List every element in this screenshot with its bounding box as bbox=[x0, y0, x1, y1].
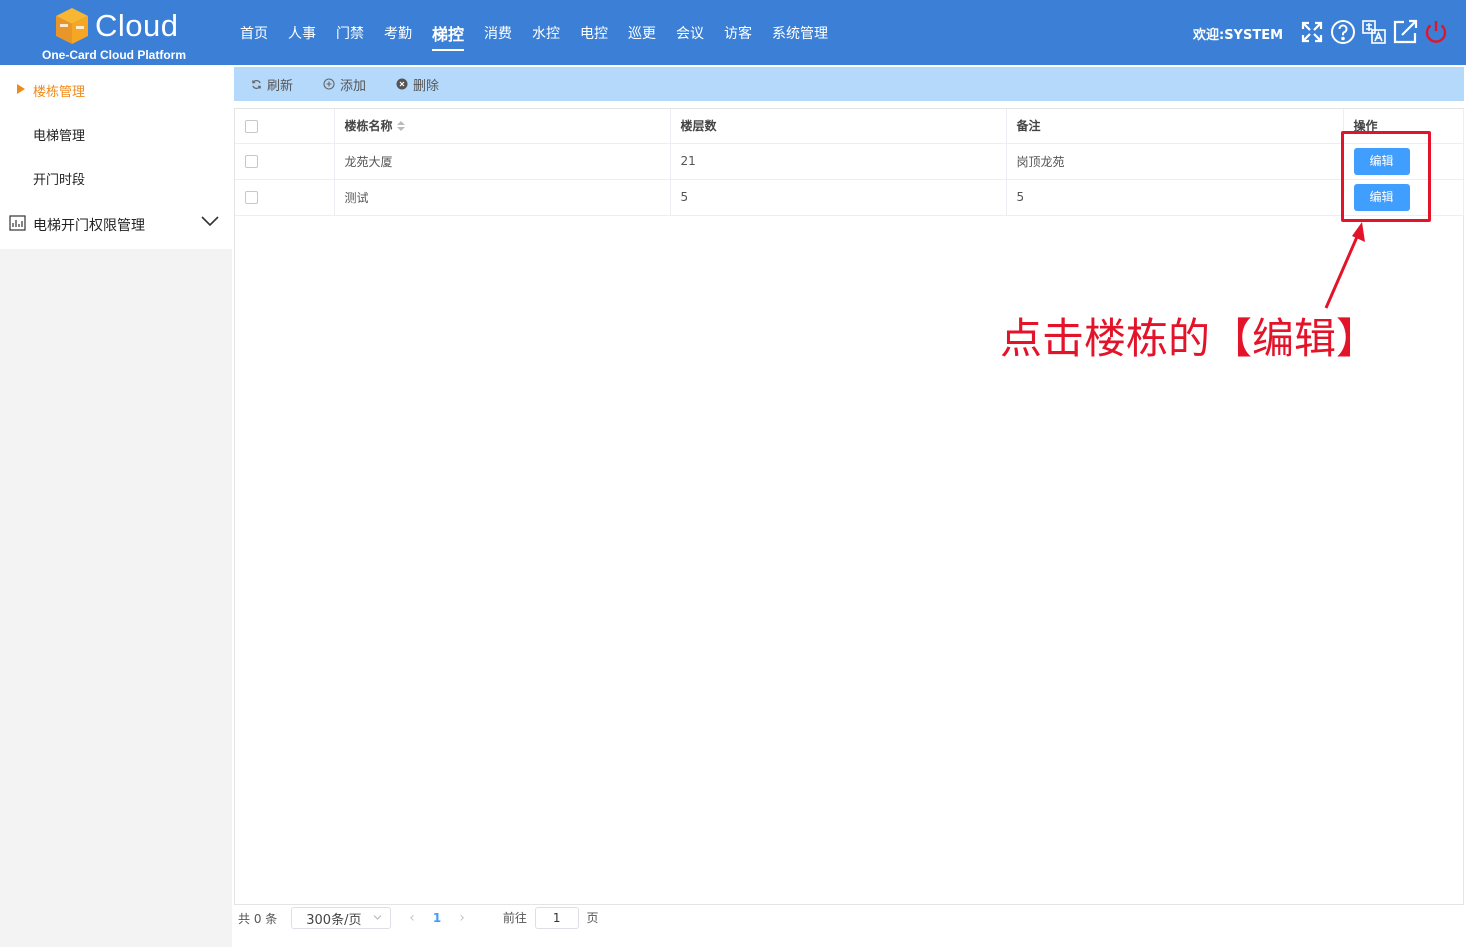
nav-water-control[interactable]: 水控 bbox=[532, 23, 560, 43]
add-label: 添加 bbox=[340, 78, 367, 94]
cell-remark: 5 bbox=[1006, 179, 1344, 216]
add-button[interactable]: 添加 bbox=[323, 75, 366, 94]
select-all-checkbox[interactable] bbox=[245, 119, 258, 133]
table-row: 测试 5 5 编辑 bbox=[235, 179, 1464, 216]
refresh-label: 刷新 bbox=[267, 78, 294, 94]
cell-floors: 5 bbox=[670, 179, 1007, 216]
column-header-remark: 备注 bbox=[1006, 109, 1344, 144]
cell-floors: 21 bbox=[670, 143, 1007, 180]
welcome-text: 欢迎:SYSTEM bbox=[1193, 28, 1284, 43]
chart-board-icon bbox=[9, 215, 26, 231]
column-header-name[interactable]: 楼栋名称 bbox=[334, 109, 671, 144]
nav-patrol[interactable]: 巡更 bbox=[628, 23, 656, 43]
cell-name: 测试 bbox=[334, 179, 671, 216]
sidebar-group-label: 电梯开门权限管理 bbox=[33, 218, 145, 234]
goto-suffix: 页 bbox=[586, 911, 599, 925]
help-icon[interactable] bbox=[1330, 19, 1356, 45]
table-header-row: 楼栋名称 楼层数 备注 操作 bbox=[235, 109, 1464, 144]
power-icon[interactable] bbox=[1423, 19, 1449, 45]
sidebar-group-elevator-permission[interactable]: 电梯开门权限管理 bbox=[0, 200, 232, 247]
goto-group: 前往 1 页 bbox=[503, 907, 599, 929]
refresh-icon bbox=[250, 78, 262, 90]
top-bar: Cloud One-Card Cloud Platform 首页 人事 门禁 考… bbox=[0, 0, 1466, 65]
nav-system-management[interactable]: 系统管理 bbox=[772, 23, 828, 43]
column-name-label: 楼栋名称 bbox=[344, 119, 393, 134]
nav-elevator-control[interactable]: 梯控 bbox=[432, 21, 465, 51]
logo-subtitle: One-Card Cloud Platform bbox=[42, 48, 187, 62]
nav-power-control[interactable]: 电控 bbox=[580, 23, 608, 43]
sidebar-item-elevator-management[interactable]: 电梯管理 bbox=[33, 125, 85, 144]
nav-access-control[interactable]: 门禁 bbox=[336, 23, 364, 43]
nav-home[interactable]: 首页 bbox=[240, 23, 268, 43]
cell-remark: 岗顶龙苑 bbox=[1006, 143, 1344, 180]
delete-label: 删除 bbox=[413, 78, 440, 94]
pagination: 共 0 条 300条/页 ‹ 1 › 前往 1 页 bbox=[238, 905, 599, 931]
select-all-cell bbox=[235, 109, 335, 144]
sort-icon[interactable] bbox=[396, 120, 406, 133]
open-external-icon[interactable] bbox=[1392, 19, 1418, 45]
add-circle-icon bbox=[323, 78, 335, 90]
building-table: 楼栋名称 楼层数 备注 操作 龙苑大厦 21 岗顶龙苑 编辑 测试 5 5 编辑 bbox=[234, 108, 1464, 905]
page-size-select[interactable]: 300条/页 bbox=[291, 907, 392, 929]
row-checkbox[interactable] bbox=[245, 191, 258, 204]
goto-label: 前往 bbox=[502, 911, 527, 925]
delete-button[interactable]: 删除 bbox=[396, 75, 439, 94]
top-icon-group bbox=[1299, 19, 1454, 45]
logo[interactable]: Cloud One-Card Cloud Platform bbox=[40, 4, 190, 64]
sidebar: 楼栋管理 电梯管理 开门时段 电梯开门权限管理 bbox=[0, 65, 232, 947]
column-header-floors: 楼层数 bbox=[670, 109, 1007, 144]
nav-consumption[interactable]: 消费 bbox=[484, 23, 512, 43]
page-size-value: 300条/页 bbox=[306, 912, 362, 928]
sidebar-item-door-time-period[interactable]: 开门时段 bbox=[33, 169, 85, 188]
delete-circle-icon bbox=[396, 78, 408, 90]
chevron-down-icon bbox=[373, 915, 382, 920]
main-nav: 首页 人事 门禁 考勤 梯控 消费 水控 电控 巡更 会议 访客 系统管理 bbox=[240, 0, 848, 65]
row-select-cell bbox=[235, 179, 335, 216]
table-row: 龙苑大厦 21 岗顶龙苑 编辑 bbox=[235, 143, 1464, 180]
nav-personnel[interactable]: 人事 bbox=[288, 23, 316, 43]
row-checkbox[interactable] bbox=[245, 155, 258, 168]
chevron-down-icon[interactable] bbox=[201, 215, 219, 227]
annotation-text: 点击楼栋的【编辑】 bbox=[1000, 314, 1379, 363]
language-icon[interactable] bbox=[1361, 19, 1387, 45]
total-count: 共 0 条 bbox=[238, 911, 278, 926]
refresh-button[interactable]: 刷新 bbox=[250, 75, 293, 94]
cell-name: 龙苑大厦 bbox=[334, 143, 671, 180]
current-page-number[interactable]: 1 bbox=[433, 911, 441, 925]
logo-cube-icon bbox=[56, 8, 88, 44]
fullscreen-icon[interactable] bbox=[1299, 19, 1325, 45]
nav-meeting[interactable]: 会议 bbox=[676, 23, 704, 43]
goto-page-input[interactable]: 1 bbox=[534, 907, 579, 929]
nav-attendance[interactable]: 考勤 bbox=[384, 23, 412, 43]
prev-page-icon[interactable]: ‹ bbox=[409, 910, 415, 926]
nav-visitor[interactable]: 访客 bbox=[724, 23, 752, 43]
annotation-highlight-box bbox=[1341, 131, 1431, 222]
logo-word: Cloud bbox=[95, 8, 179, 43]
next-page-icon[interactable]: › bbox=[459, 910, 465, 926]
row-select-cell bbox=[235, 143, 335, 180]
sidebar-item-building-management[interactable]: 楼栋管理 bbox=[33, 81, 85, 100]
active-indicator-icon bbox=[17, 84, 25, 94]
annotation-arrow-icon bbox=[1324, 222, 1365, 309]
toolbar: 刷新 添加 删除 bbox=[234, 67, 1464, 101]
